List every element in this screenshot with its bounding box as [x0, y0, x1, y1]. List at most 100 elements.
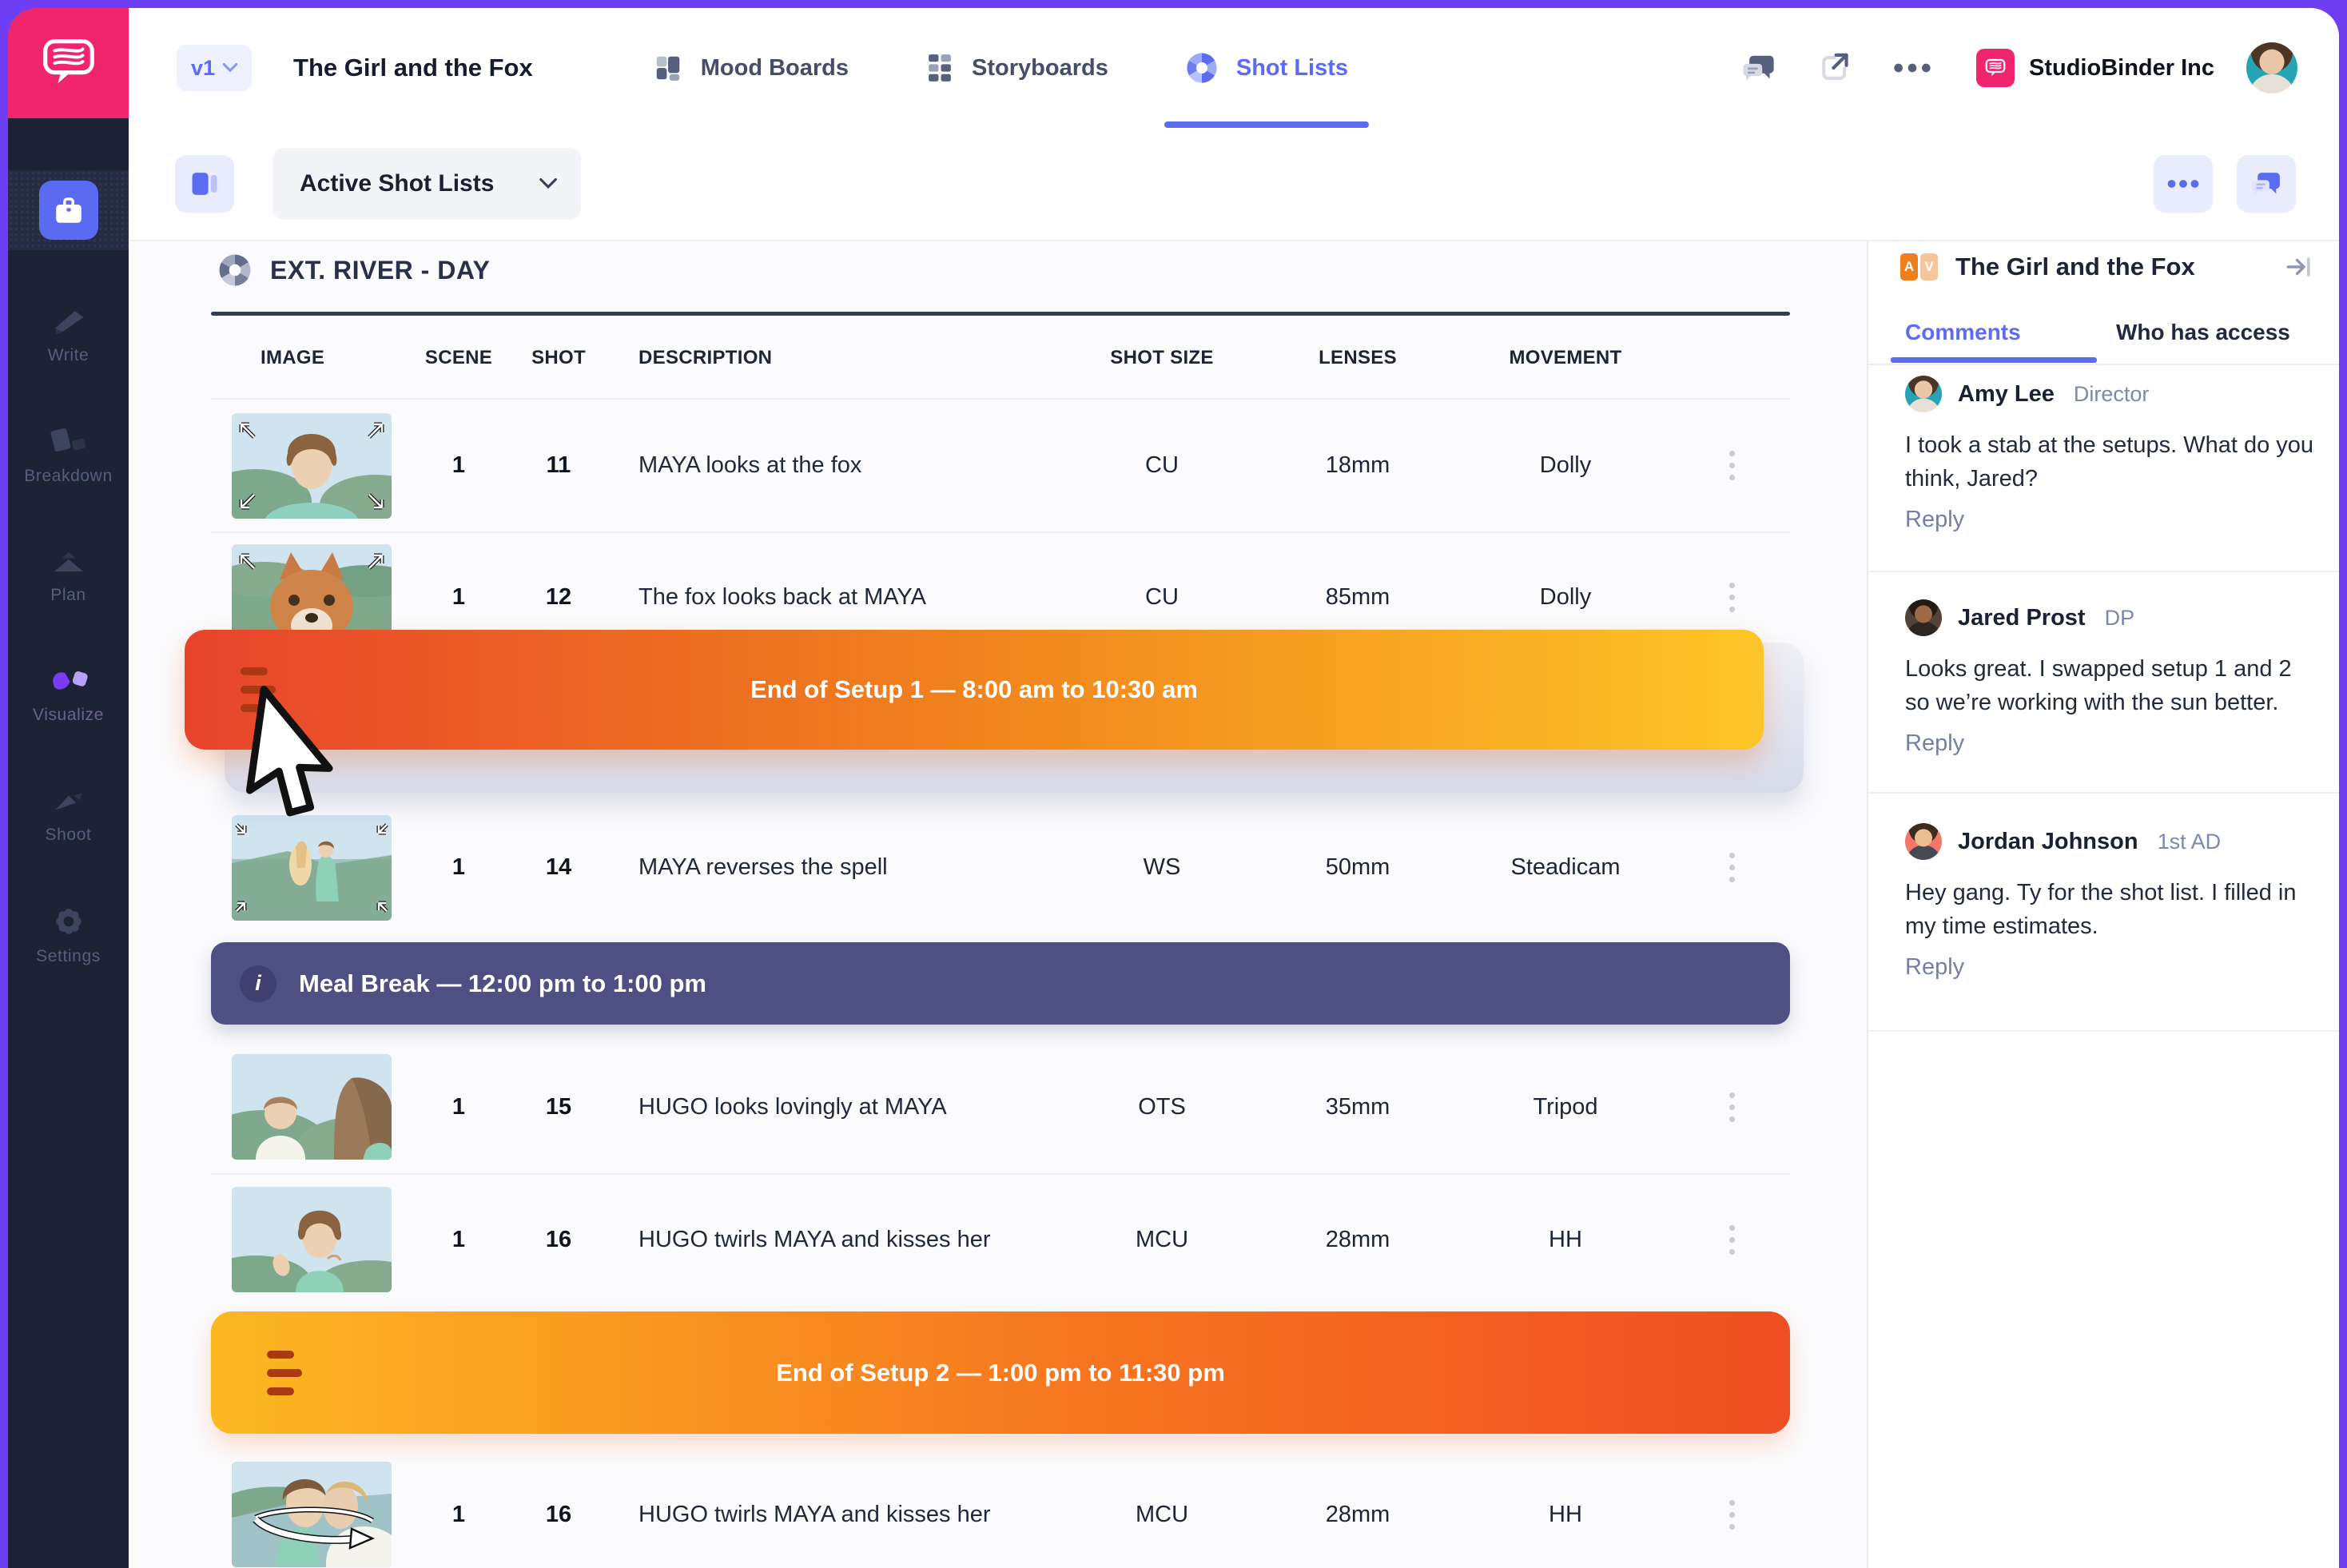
shot-cell[interactable]: 16	[515, 1502, 603, 1528]
description-cell[interactable]: HUGO twirls MAYA and kisses her	[603, 1227, 1066, 1253]
column-header: IMAGE	[211, 347, 403, 369]
row-menu-icon[interactable]	[1673, 1092, 1790, 1122]
scene-cell[interactable]: 1	[403, 1502, 515, 1528]
lenses-cell[interactable]: 28mm	[1258, 1227, 1458, 1253]
description-cell[interactable]: MAYA looks at the fox	[603, 452, 1066, 479]
sidebar-item-shoot[interactable]: Shoot	[8, 759, 129, 871]
column-header: SCENE	[403, 347, 515, 369]
table-row[interactable]: 1 14 MAYA reverses the spell WS 50mm Ste…	[211, 793, 1790, 942]
board-view-button[interactable]	[175, 155, 234, 213]
movement-cell[interactable]: Steadicam	[1458, 854, 1673, 881]
storyboard-maya-mcu[interactable]	[232, 1187, 392, 1292]
description-cell[interactable]: HUGO looks lovingly at MAYA	[603, 1094, 1066, 1120]
scene-cell[interactable]: 1	[403, 584, 515, 611]
tab-who-has-access[interactable]: Who has access	[2116, 320, 2290, 345]
shot-size-cell[interactable]: MCU	[1066, 1227, 1258, 1253]
row-menu-icon[interactable]	[1673, 583, 1790, 612]
workspace-name: StudioBinder Inc	[2029, 55, 2214, 82]
comment-role: Director	[2074, 382, 2150, 407]
movement-cell[interactable]: Dolly	[1458, 584, 1673, 611]
chevron-down-icon	[539, 178, 557, 189]
setup-1-banner[interactable]: End of Setup 1 — 8:00 am to 10:30 am	[185, 630, 1764, 750]
sidebar-item-write[interactable]: Write	[8, 280, 129, 392]
more-dots-icon[interactable]	[1893, 62, 1931, 74]
sidebar-item-label: Shoot	[46, 826, 92, 845]
storyboard-kiss-pan[interactable]	[232, 1462, 392, 1567]
studiobinder-logo[interactable]	[8, 8, 129, 118]
table-row[interactable]: 1 16 HUGO twirls MAYA and kisses her MCU…	[211, 1455, 1790, 1568]
shot-size-cell[interactable]: OTS	[1066, 1094, 1258, 1120]
active-tab-underline	[1891, 357, 2097, 363]
movement-cell[interactable]: HH	[1458, 1227, 1673, 1253]
top-right-actions: StudioBinder Inc	[1700, 42, 2297, 94]
version-label: v1	[191, 56, 215, 81]
table-row[interactable]: 1 16 HUGO twirls MAYA and kisses her MCU…	[211, 1175, 1790, 1304]
list-more-button[interactable]	[2154, 155, 2213, 213]
tab-shot-lists[interactable]: Shot Lists	[1185, 8, 1348, 128]
description-cell[interactable]: HUGO twirls MAYA and kisses her	[603, 1502, 1066, 1528]
comments-icon[interactable]	[1741, 51, 1776, 85]
sidebar-item-projects[interactable]	[8, 170, 129, 250]
sidebar-item-label: Visualize	[33, 706, 104, 725]
workspace-switcher[interactable]: StudioBinder Inc	[1976, 49, 2214, 87]
setup-2-banner[interactable]: End of Setup 2 — 1:00 pm to 11:30 pm	[211, 1311, 1790, 1434]
shot-list-view-dropdown[interactable]: Active Shot Lists	[272, 148, 581, 220]
shot-cell[interactable]: 16	[515, 1227, 603, 1253]
collapse-panel-icon[interactable]	[2285, 255, 2312, 279]
shot-cell[interactable]: 12	[515, 584, 603, 611]
comment-body: Looks great. I swapped setup 1 and 2 so …	[1905, 652, 2314, 719]
row-menu-icon[interactable]	[1673, 1500, 1790, 1530]
description-cell[interactable]: MAYA reverses the spell	[603, 854, 1066, 881]
sidebar-item-settings[interactable]: Settings	[8, 879, 129, 991]
sidebar-item-breakdown[interactable]: Breakdown	[8, 400, 129, 511]
aperture-icon	[217, 253, 253, 288]
reply-link[interactable]: Reply	[1905, 507, 1964, 533]
tab-storyboards[interactable]: Storyboards	[925, 8, 1108, 128]
scene-cell[interactable]: 1	[403, 854, 515, 881]
shot-cell[interactable]: 15	[515, 1094, 603, 1120]
storyboard-maya-close-up[interactable]	[232, 413, 392, 519]
lenses-cell[interactable]: 18mm	[1258, 452, 1458, 479]
table-row[interactable]: 1 11 MAYA looks at the fox CU 18mm Dolly	[211, 400, 1790, 533]
share-icon[interactable]	[1818, 51, 1852, 85]
lenses-cell[interactable]: 35mm	[1258, 1094, 1458, 1120]
reply-link[interactable]: Reply	[1905, 730, 1964, 757]
user-avatar[interactable]	[2246, 42, 2297, 94]
movement-cell[interactable]: HH	[1458, 1502, 1673, 1528]
comments-panel: AV The Girl and the Fox Comments Who has…	[1867, 241, 2339, 1568]
shot-size-cell[interactable]: WS	[1066, 854, 1258, 881]
lenses-cell[interactable]: 50mm	[1258, 854, 1458, 881]
drag-handle-icon[interactable]	[267, 1351, 302, 1395]
reply-link[interactable]: Reply	[1905, 954, 1964, 981]
mouse-cursor	[242, 686, 354, 834]
scene-cell[interactable]: 1	[403, 1227, 515, 1253]
meal-break-banner[interactable]: i Meal Break — 12:00 pm to 1:00 pm	[211, 942, 1790, 1025]
table-row[interactable]: 1 15 HUGO looks lovingly at MAYA OTS 35m…	[211, 1041, 1790, 1175]
column-header: MOVEMENT	[1458, 347, 1673, 369]
panel-title: The Girl and the Fox	[1955, 253, 2195, 281]
panel-comments-button[interactable]	[2237, 155, 2296, 213]
scene-cell[interactable]: 1	[403, 1094, 515, 1120]
shot-cell[interactable]: 11	[515, 452, 603, 479]
comment-author: Jared Prost	[1958, 605, 2086, 631]
shot-size-cell[interactable]: MCU	[1066, 1502, 1258, 1528]
shot-size-cell[interactable]: CU	[1066, 452, 1258, 479]
scene-cell[interactable]: 1	[403, 452, 515, 479]
version-dropdown[interactable]: v1	[177, 45, 252, 91]
movement-cell[interactable]: Tripod	[1458, 1094, 1673, 1120]
tab-mood-boards[interactable]: Mood Boards	[653, 8, 849, 128]
row-menu-icon[interactable]	[1673, 1225, 1790, 1255]
shot-cell[interactable]: 14	[515, 854, 603, 881]
sidebar-item-visualize[interactable]: Visualize	[8, 639, 129, 751]
description-cell[interactable]: The fox looks back at MAYA	[603, 584, 1066, 611]
shot-size-cell[interactable]: CU	[1066, 584, 1258, 611]
sidebar-item-plan[interactable]: Plan	[8, 519, 129, 631]
lenses-cell[interactable]: 28mm	[1258, 1502, 1458, 1528]
lenses-cell[interactable]: 85mm	[1258, 584, 1458, 611]
row-menu-icon[interactable]	[1673, 451, 1790, 480]
storyboard-hugo-ots[interactable]	[232, 1054, 392, 1160]
breakdown-icon	[49, 425, 89, 459]
movement-cell[interactable]: Dolly	[1458, 452, 1673, 479]
tab-comments[interactable]: Comments	[1905, 320, 2021, 345]
row-menu-icon[interactable]	[1673, 853, 1790, 882]
